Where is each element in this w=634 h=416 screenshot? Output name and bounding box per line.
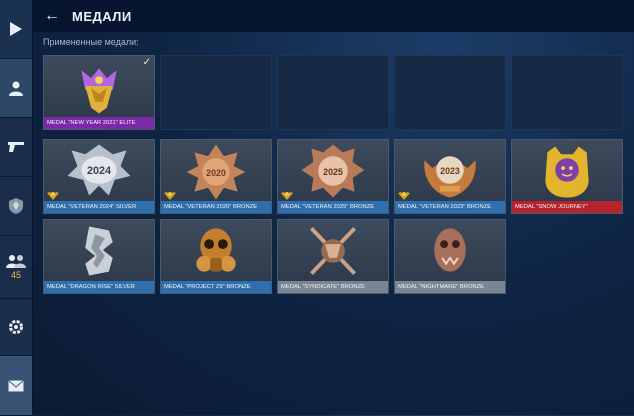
medal-name: MEDAL "DRAGON RISE" SILVER (44, 281, 154, 293)
medal-card[interactable]: MEDAL "NIGHTMARE" BRONZE (394, 219, 506, 294)
medal-image (85, 226, 113, 276)
medal-name: MEDAL "NIGHTMARE" BRONZE (395, 281, 505, 293)
medal-name: MEDAL "NEW YEAR 2021" ELITE (44, 117, 154, 129)
medal-card[interactable]: MEDAL "SNOW JOURNEY" (511, 139, 623, 214)
medal-image (309, 227, 357, 275)
gear-icon (9, 320, 23, 334)
pistol-icon (8, 142, 24, 152)
medal-name: MEDAL "SYNDICATE" BRONZE (278, 281, 388, 293)
medal-card[interactable]: MEDAL "SYNDICATE" BRONZE (277, 219, 389, 294)
medal-card[interactable]: 2024 MEDAL "VETERAN 2024" SILVER (43, 139, 155, 214)
rank-wings-icon (398, 192, 410, 200)
medal-image (196, 228, 236, 272)
settings-button[interactable] (0, 299, 32, 356)
profile-button[interactable] (0, 59, 32, 118)
applied-medal-slot-empty[interactable] (277, 55, 389, 130)
back-button[interactable]: ← (32, 0, 72, 32)
friends-button[interactable]: 45 (0, 236, 32, 299)
medal-image (545, 146, 589, 198)
medal-card[interactable]: 2020 MEDAL "VETERAN 2020" BRONZE (160, 139, 272, 214)
medal-name: MEDAL "PROJECT Z9" BRONZE (161, 281, 271, 293)
medal-year-text: 2024 (87, 165, 111, 177)
medal-name: MEDAL "VETERAN 2023" BRONZE (395, 201, 505, 213)
medal-image (81, 68, 117, 114)
applied-medal-slot-empty[interactable] (160, 55, 272, 130)
top-bar: ← МЕДАЛИ (32, 0, 634, 32)
medal-year-text: 2023 (440, 166, 460, 176)
rank-wings-icon (47, 192, 59, 200)
applied-medal-slot-empty[interactable] (394, 55, 506, 130)
user-icon (9, 81, 23, 96)
clan-button[interactable] (0, 177, 32, 236)
weapons-button[interactable] (0, 118, 32, 177)
arrow-left-icon: ← (44, 7, 60, 24)
medal-card[interactable]: MEDAL "PROJECT Z9" BRONZE (160, 219, 272, 294)
medal-image: 2024 (67, 144, 131, 196)
play-button[interactable] (0, 0, 32, 59)
clan-shield-icon (9, 198, 23, 214)
medal-year-text: 2020 (206, 168, 226, 178)
mail-icon (8, 379, 24, 391)
play-icon (10, 22, 22, 36)
medal-image (434, 228, 466, 272)
rank-wings-icon (281, 192, 293, 200)
page-title: МЕДАЛИ (72, 8, 132, 24)
friends-count: 45 (10, 270, 21, 280)
medal-image: 2023 (424, 156, 476, 198)
medal-image: 2025 (301, 144, 365, 198)
medal-card[interactable]: 2023 MEDAL "VETERAN 2023" BRONZE (394, 139, 506, 214)
medal-image: 2020 (186, 144, 246, 200)
checkmark-icon: ✓ (142, 57, 151, 68)
medal-name: MEDAL "VETERAN 2025" BRONZE (278, 201, 388, 213)
mail-button[interactable] (0, 356, 32, 416)
medal-name: MEDAL "VETERAN 2020" BRONZE (161, 201, 271, 213)
applied-medal-slot[interactable]: ✓ MEDAL "NEW YEAR 2021" ELITE (43, 55, 155, 130)
sidebar: 45 (0, 0, 33, 416)
applied-medal-slot-empty[interactable] (511, 55, 623, 130)
applied-medals-label: Примененные медали: (43, 37, 139, 47)
rank-wings-icon (164, 192, 176, 200)
medal-name: MEDAL "VETERAN 2024" SILVER (44, 201, 154, 213)
medal-year-text: 2025 (323, 167, 343, 177)
medal-card[interactable]: MEDAL "DRAGON RISE" SILVER (43, 219, 155, 294)
friends-icon (6, 255, 26, 268)
medal-card[interactable]: 2025 MEDAL "VETERAN 2025" BRONZE (277, 139, 389, 214)
medal-name: MEDAL "SNOW JOURNEY" (512, 201, 622, 213)
